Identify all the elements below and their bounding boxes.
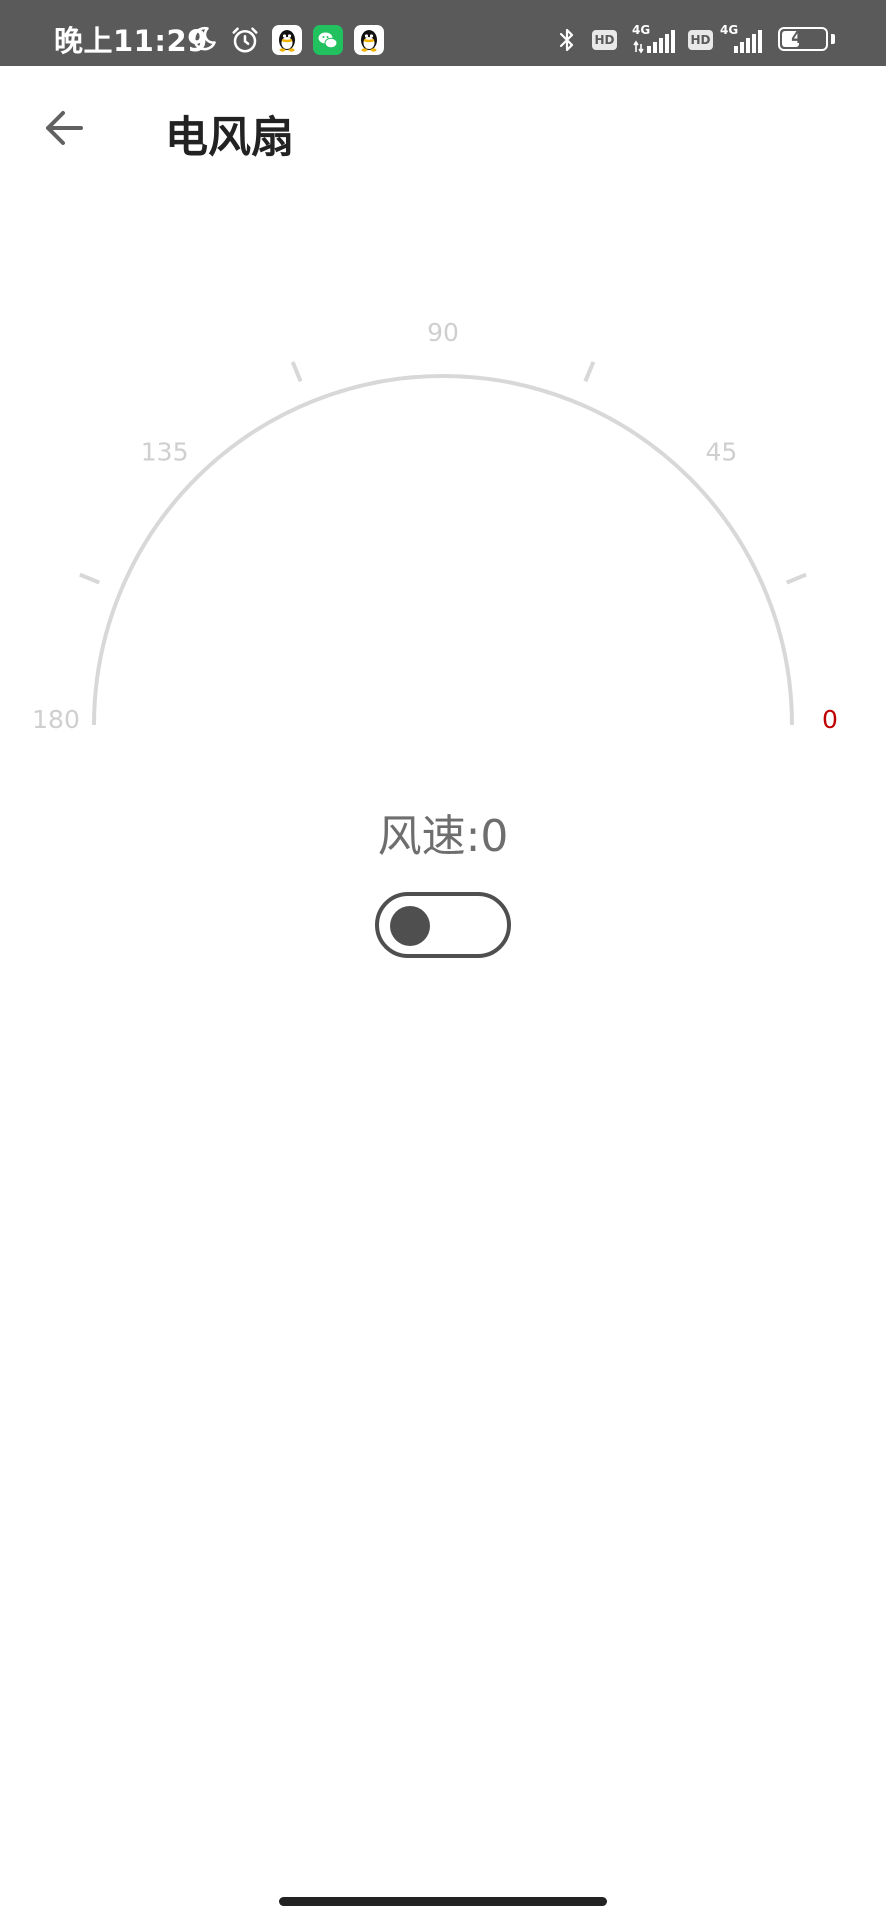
home-indicator[interactable] — [279, 1897, 607, 1906]
status-bar: 晚上11:29 HD 4G HD 4G 46 — [0, 0, 886, 66]
signal-strength-icon — [632, 25, 678, 59]
page-title: 电风扇 — [165, 113, 294, 163]
wind-speed-label: 风速: — [377, 811, 481, 862]
battery-icon: 46 — [778, 27, 828, 51]
gauge-label-180: 180 — [32, 705, 80, 734]
signal-strength-icon — [727, 25, 767, 59]
wind-speed-value: 0 — [480, 811, 509, 862]
gauge-label-45: 45 — [705, 438, 737, 467]
bluetooth-icon — [556, 26, 578, 58]
gauge-tick — [583, 361, 596, 383]
speed-gauge: 180 135 90 45 0 — [32, 318, 838, 734]
gauge-tick — [785, 572, 807, 585]
back-button[interactable] — [32, 98, 96, 162]
qq-app-icon — [354, 25, 384, 55]
gauge-arc — [92, 374, 794, 726]
gauge-tick — [290, 361, 303, 383]
gauge-label-90: 90 — [427, 318, 459, 347]
battery-tip — [831, 34, 835, 44]
gauge-label-0: 0 — [822, 705, 838, 734]
arrow-left-icon — [46, 111, 83, 145]
wechat-app-icon — [313, 25, 343, 55]
gauge-tick — [79, 572, 101, 585]
qq-app-icon — [272, 25, 302, 55]
hd-voice-badge: HD — [592, 30, 617, 50]
moon-icon — [190, 25, 218, 57]
toggle-thumb — [390, 906, 430, 946]
gauge-label-135: 135 — [141, 438, 189, 467]
alarm-clock-icon — [230, 25, 260, 59]
wind-speed-readout: 风速:0 — [0, 800, 886, 864]
hd-voice-badge: HD — [688, 30, 713, 50]
power-toggle-switch[interactable] — [375, 892, 511, 958]
status-time: 晚上11:29 — [54, 24, 208, 58]
battery-level: 46 — [791, 28, 815, 48]
